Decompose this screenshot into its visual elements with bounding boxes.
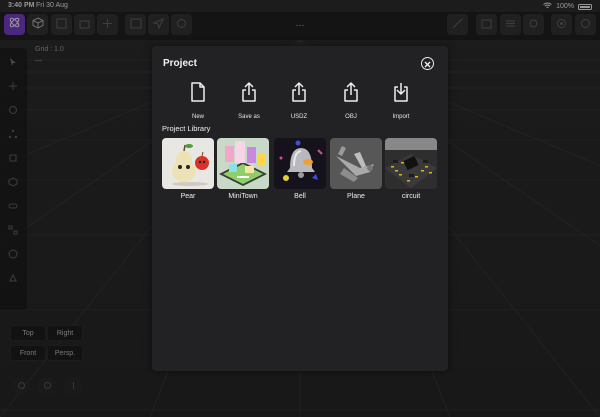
library-item-circuit[interactable]: circuit [385, 138, 437, 200]
project-dialog: Project New Save as USDZ OBJ Import Proj… [152, 46, 448, 371]
obj-label: OBJ [345, 114, 357, 120]
new-document-icon [189, 82, 207, 107]
bell-name: Bell [294, 193, 306, 200]
plane-name: Plane [347, 193, 365, 200]
close-icon [424, 55, 431, 73]
save-as-label: Save as [238, 114, 260, 120]
circuit-name: circuit [401, 193, 421, 200]
plane-thumbnail [330, 138, 382, 189]
import-label: Import [392, 114, 410, 120]
minitown-name: MiniTown [228, 193, 258, 200]
share-icon [342, 82, 360, 107]
pear-thumbnail [162, 138, 214, 189]
library-item-bell[interactable]: Bell [274, 138, 326, 200]
new-label: New [191, 114, 204, 120]
import-icon [392, 82, 410, 107]
import-button[interactable]: Import [379, 82, 423, 120]
usdz-label: USDZ [290, 114, 308, 120]
app-window: 3:40 PM Fri 30 Aug 100% --- Grid : 1.0 -… [0, 0, 600, 417]
dialog-title: Project [163, 58, 197, 69]
save-as-button[interactable]: Save as [227, 82, 271, 120]
library-item-minitown[interactable]: MiniTown [217, 138, 269, 200]
share-icon [240, 82, 258, 107]
bell-thumbnail [274, 138, 326, 189]
library-item-plane[interactable]: Plane [330, 138, 382, 200]
new-project-button[interactable]: New [176, 82, 220, 120]
close-button[interactable] [421, 57, 434, 70]
minitown-thumbnail [217, 138, 269, 189]
circuit-thumbnail [385, 138, 437, 189]
share-icon [290, 82, 308, 107]
library-heading: Project Library [162, 124, 211, 133]
library-item-pear[interactable]: Pear [162, 138, 214, 200]
pear-name: Pear [180, 193, 196, 200]
export-obj-button[interactable]: OBJ [329, 82, 373, 120]
export-usdz-button[interactable]: USDZ [277, 82, 321, 120]
